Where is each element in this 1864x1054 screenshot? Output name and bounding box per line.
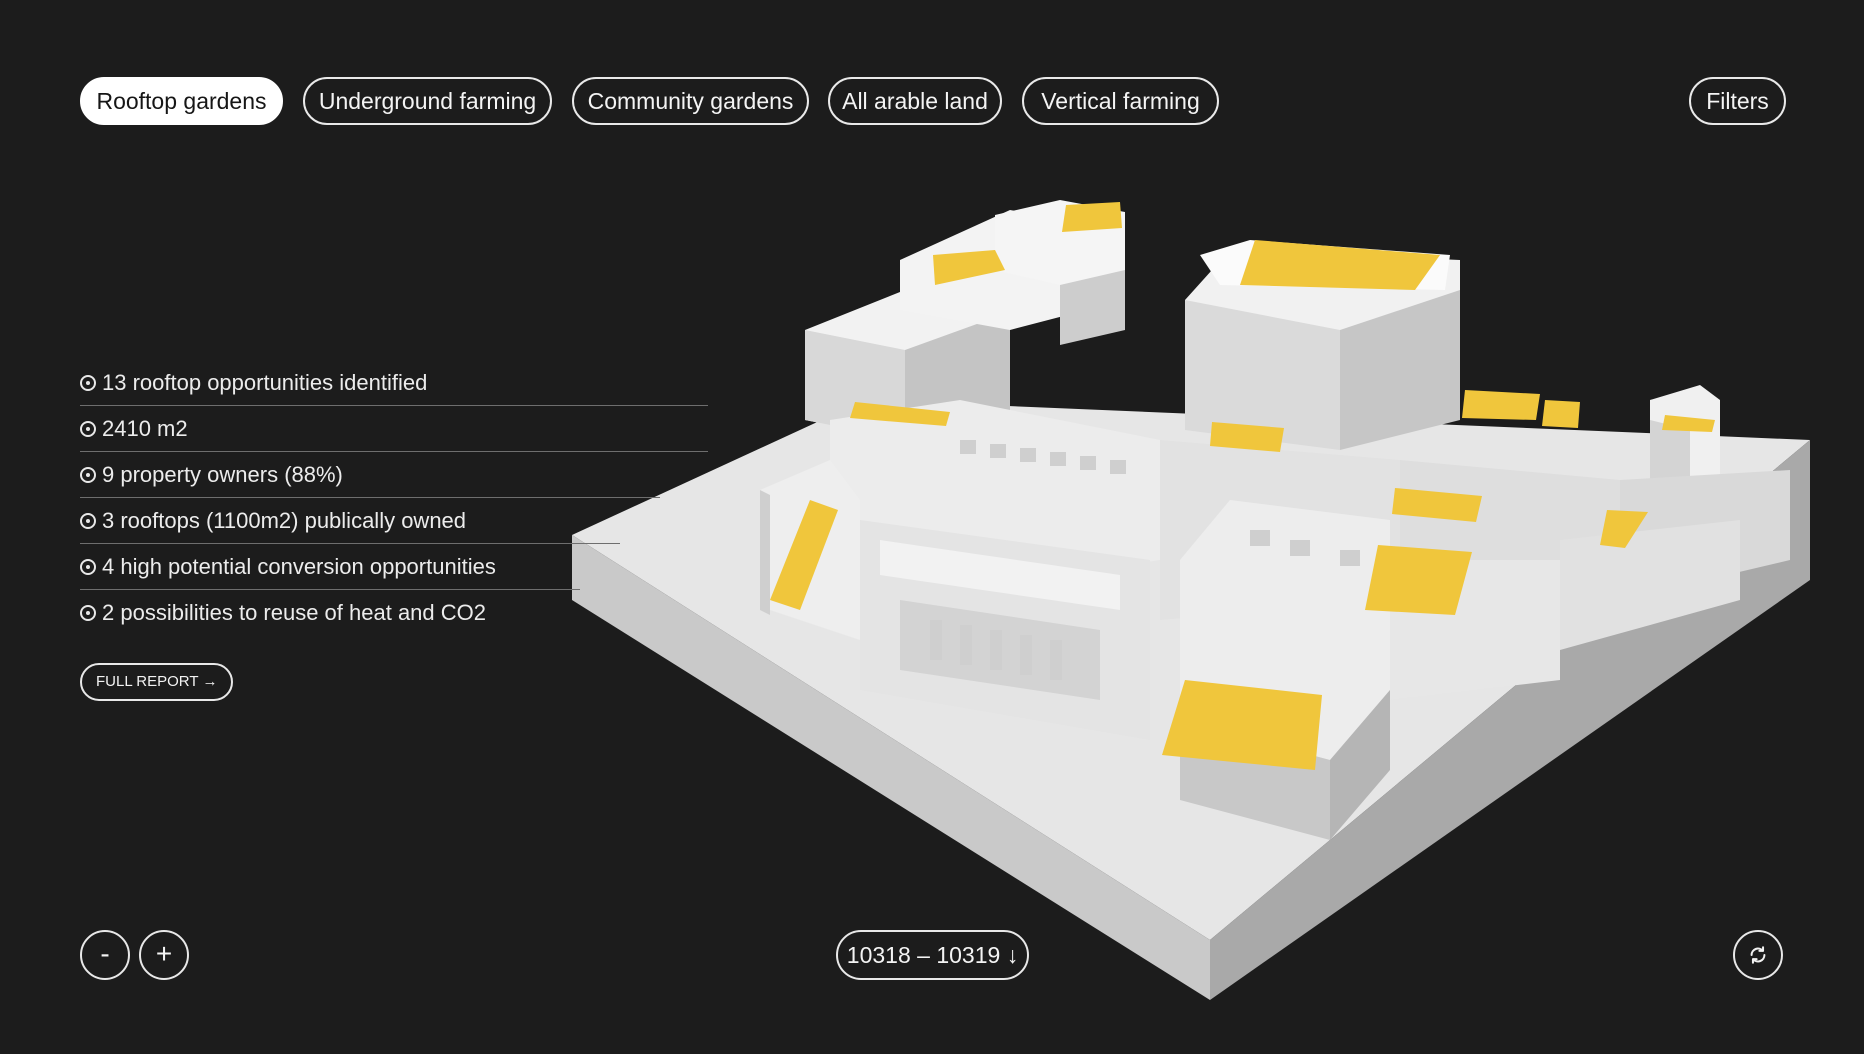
target-icon bbox=[80, 512, 96, 529]
arrow-right-icon: → bbox=[202, 673, 218, 690]
rooftop-highlight bbox=[1542, 400, 1580, 428]
target-icon bbox=[80, 374, 96, 391]
rotate-icon bbox=[1750, 946, 1766, 964]
tab-all-arable-land[interactable]: All arable land bbox=[828, 77, 1002, 125]
tab-rooftop-gardens[interactable]: Rooftop gardens bbox=[80, 77, 283, 125]
stat-row: 2 possibilities to reuse of heat and CO2 bbox=[80, 590, 580, 636]
stat-row: 3 rooftops (1100m2) publically owned bbox=[80, 498, 620, 544]
zoom-in-button[interactable]: + bbox=[139, 930, 189, 980]
filters-button[interactable]: Filters bbox=[1689, 77, 1786, 125]
target-icon bbox=[80, 420, 96, 437]
rotate-button[interactable] bbox=[1733, 930, 1783, 980]
stat-text: 2410 m2 bbox=[102, 415, 188, 441]
rooftop-highlight bbox=[1162, 680, 1322, 770]
stat-row: 9 property owners (88%) bbox=[80, 452, 660, 498]
arrow-down-icon: ↓ bbox=[1006, 942, 1019, 968]
tab-vertical-farming[interactable]: Vertical farming bbox=[1022, 77, 1219, 125]
tab-underground-farming[interactable]: Underground farming bbox=[303, 77, 552, 125]
tab-community-gardens[interactable]: Community gardens bbox=[572, 77, 809, 125]
full-report-button[interactable]: FULL REPORT → bbox=[80, 663, 234, 701]
full-report-label: FULL REPORT bbox=[96, 673, 199, 690]
range-selector[interactable]: 10318 – 10319 ↓ bbox=[836, 930, 1029, 980]
range-label: 10318 – 10319 bbox=[846, 942, 1001, 968]
stat-text: 9 property owners (88%) bbox=[102, 461, 343, 487]
target-icon bbox=[80, 605, 96, 621]
stat-text: 2 possibilities to reuse of heat and CO2 bbox=[102, 600, 487, 625]
rooftop-highlight bbox=[1062, 202, 1122, 232]
stat-row: 4 high potential conversion opportunitie… bbox=[80, 544, 580, 590]
stat-row: 13 rooftop opportunities identified bbox=[80, 360, 708, 406]
rooftop-highlight bbox=[1240, 240, 1440, 290]
stat-text: 4 high potential conversion opportunitie… bbox=[102, 553, 496, 579]
stat-row: 2410 m2 bbox=[80, 406, 708, 452]
zoom-out-button[interactable]: - bbox=[80, 930, 130, 980]
target-icon bbox=[80, 558, 96, 575]
rooftop-highlight bbox=[1462, 390, 1540, 420]
stat-text: 3 rooftops (1100m2) publically owned bbox=[102, 507, 467, 533]
rooftop-highlight bbox=[1365, 545, 1472, 615]
stat-text: 13 rooftop opportunities identified bbox=[102, 369, 428, 395]
target-icon bbox=[80, 466, 96, 483]
city-3d-model[interactable] bbox=[560, 185, 1820, 1005]
